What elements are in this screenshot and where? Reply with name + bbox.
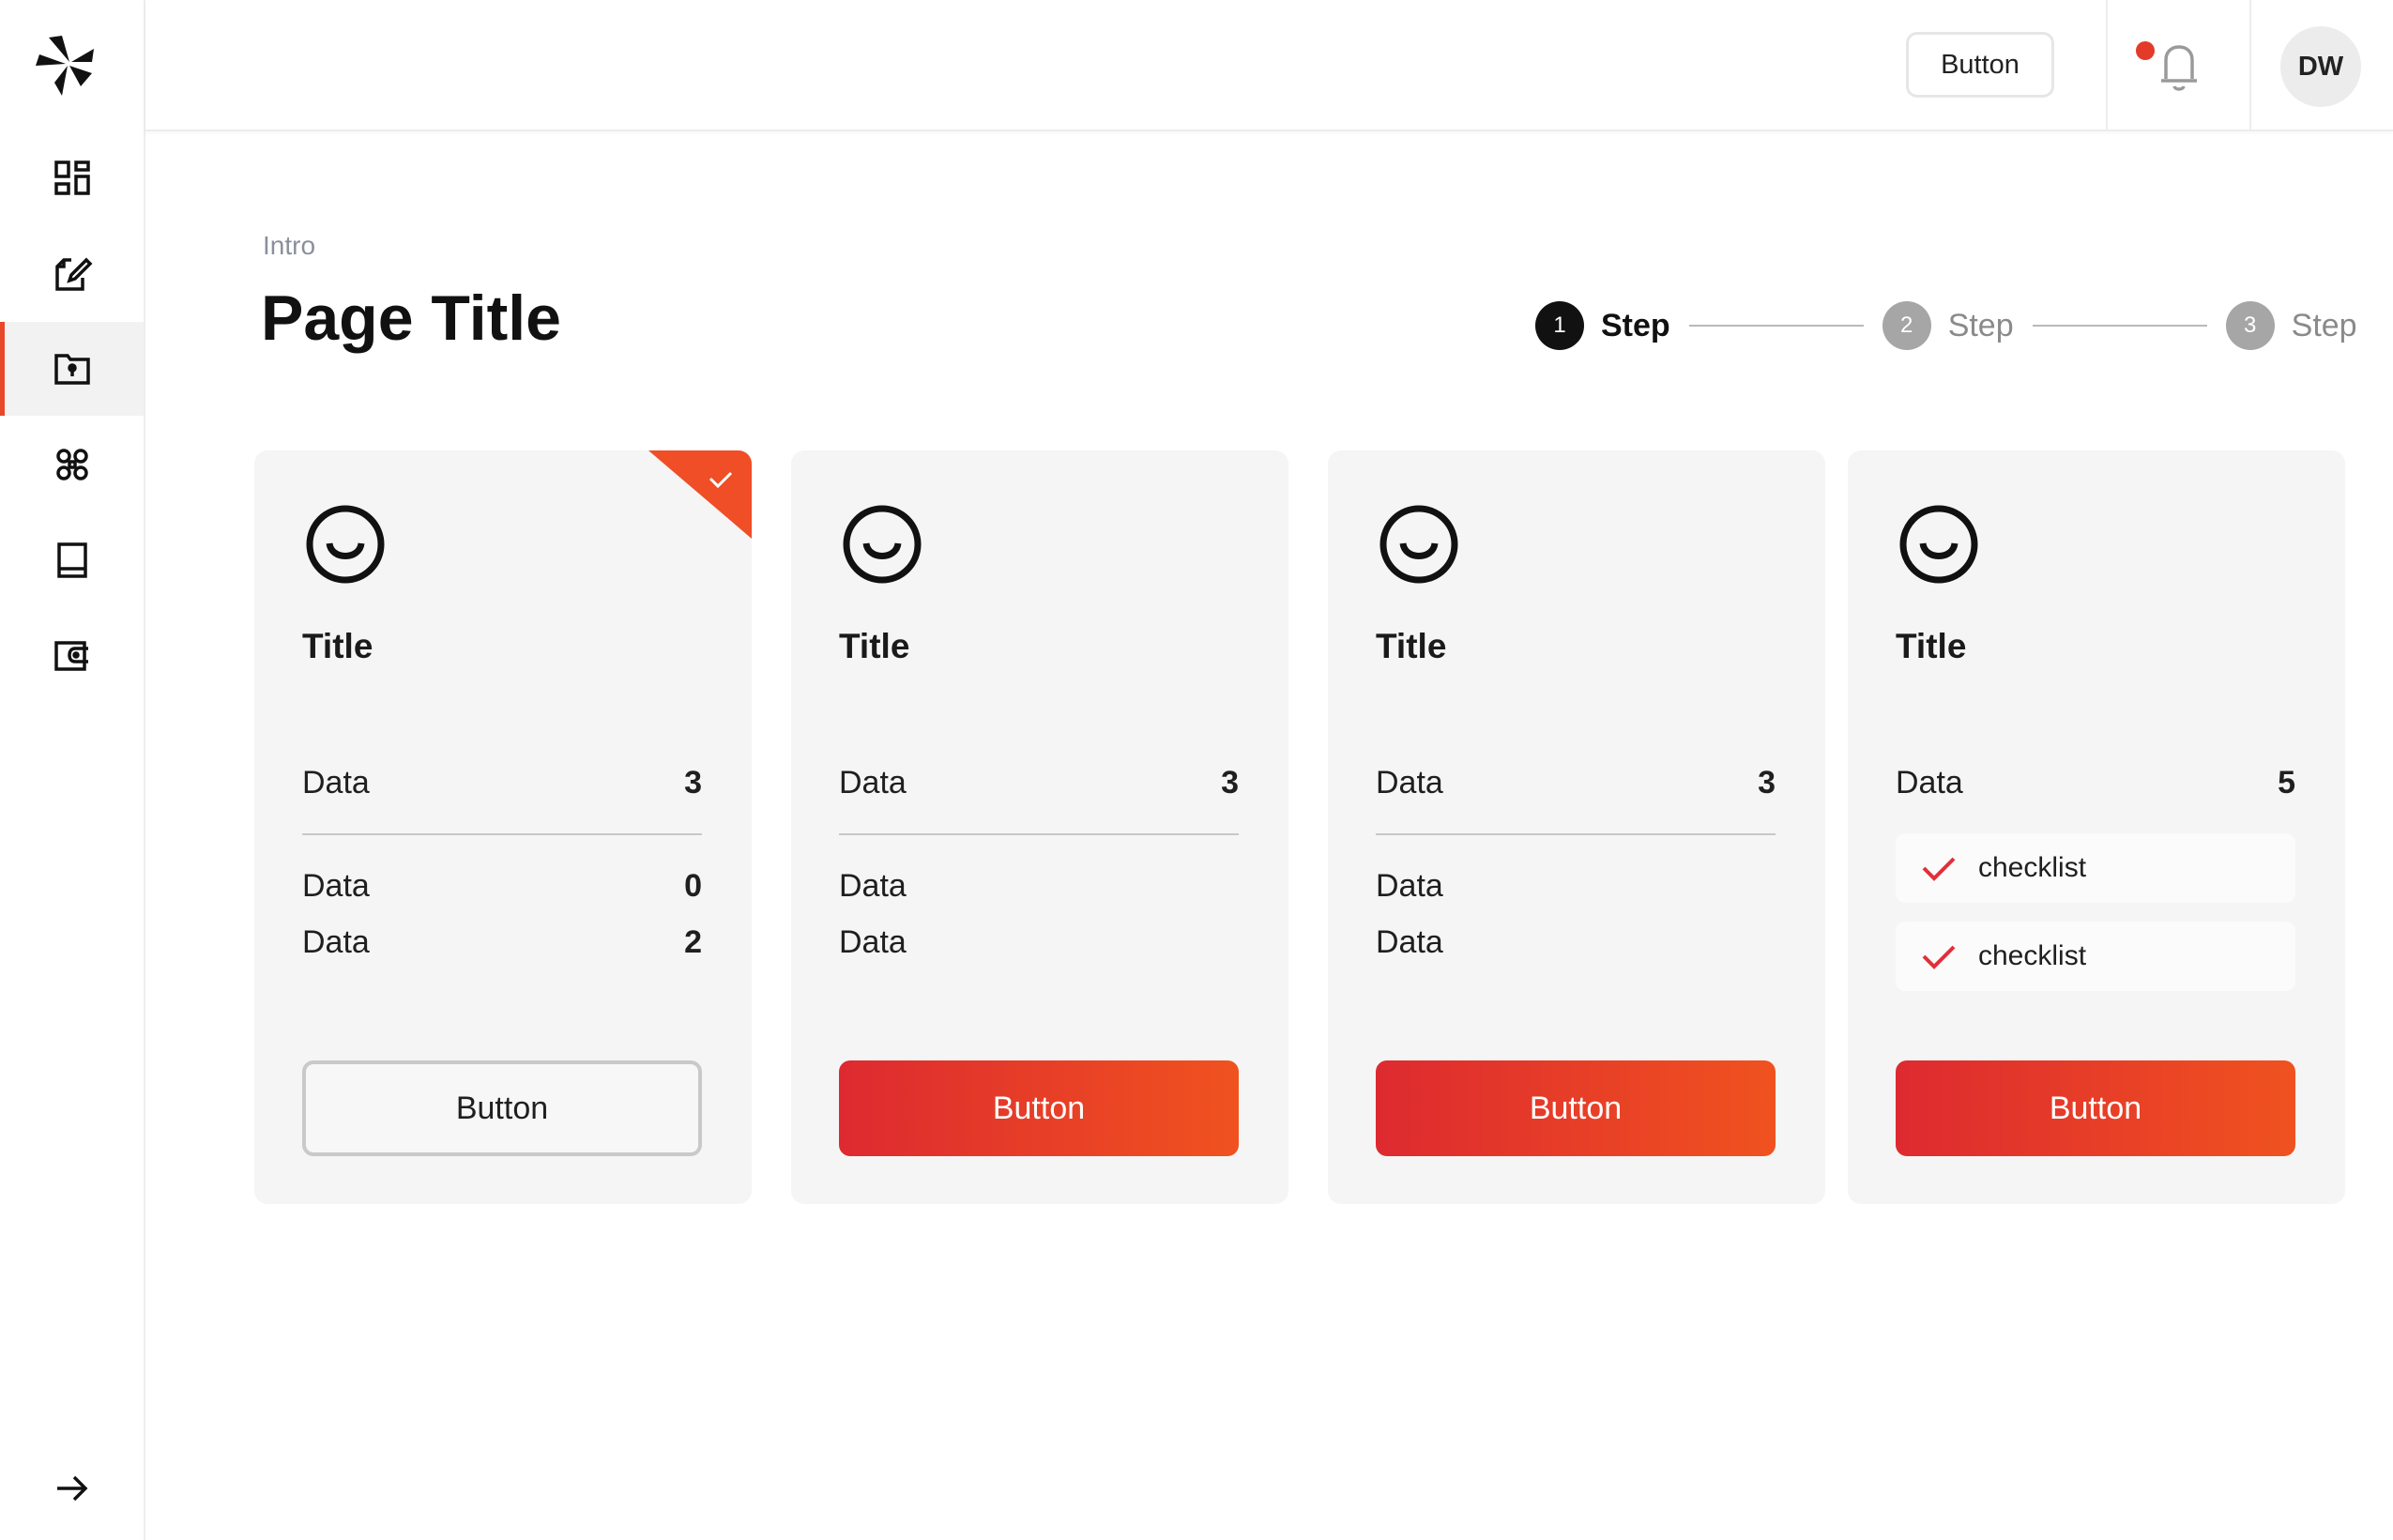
card-title: Title [1896,627,1967,665]
data-row: Data 3 [839,765,1239,801]
card-button[interactable]: Button [1376,1060,1776,1156]
smile-icon [1379,505,1458,584]
sidebar-item-docs[interactable] [0,513,144,607]
checkmark-icon [1922,945,1956,969]
step-connector [2032,325,2207,327]
card-button[interactable]: Button [302,1060,702,1156]
data-row: Data 3 [302,765,702,801]
checklist-item[interactable]: checklist [1896,833,2295,903]
step-3[interactable]: 3 Step [2225,301,2357,350]
step-number: 3 [2225,301,2275,350]
data-label: Data [839,765,907,800]
card-title: Title [302,627,373,665]
top-bar: Button [145,0,2393,131]
smile-icon [843,505,922,584]
data-row: Data 5 [1896,765,2295,801]
folder-lock-icon [53,354,90,385]
step-label: Step [1601,307,1670,343]
data-value: 2 [684,924,702,960]
card-title: Title [1376,627,1447,665]
breadcrumb: Intro [263,231,316,260]
smile-icon [306,505,385,584]
sidebar-item-edit[interactable] [0,227,144,321]
data-label: Data [302,765,370,800]
data-row: Data [839,868,1239,905]
command-icon [55,449,88,480]
data-value: 0 [684,868,702,904]
sidebar-item-wallet[interactable] [0,608,144,702]
data-label: Data [302,924,370,960]
step-label: Step [2291,307,2357,343]
step-number: 2 [1882,301,1931,350]
card-title: Title [839,627,910,665]
step-number: 1 [1535,301,1584,350]
card-divider [302,833,702,835]
page-title: Page Title [261,282,561,354]
brand-logo-icon [36,36,94,96]
step-label: Step [1947,307,2014,343]
sidebar-item-vault[interactable] [0,322,144,416]
avatar[interactable]: DW [2280,26,2361,107]
checklist-label: checklist [1978,852,2087,883]
data-label: Data [1376,868,1443,904]
smile-icon [1899,505,1978,584]
data-label: Data [1896,765,1963,800]
plan-card-4[interactable]: Title Data 5 checklist checklist Button [1848,450,2345,1204]
data-row: Data 3 [1376,765,1776,801]
header-divider [2106,0,2108,131]
step-1[interactable]: 1 Step [1535,301,1670,350]
data-row: Data 0 [302,868,702,905]
header-button[interactable]: Button [1906,32,2054,98]
data-row: Data [1376,868,1776,905]
notification-dot [2136,41,2155,60]
checklist-label: checklist [1978,940,2087,971]
stepper: 1 Step 2 Step 3 Step [1535,301,2357,350]
sidebar-item-dashboard[interactable] [0,131,144,225]
arrow-right-icon [56,1475,87,1502]
dashboard-icon [53,160,90,195]
checklist-item[interactable]: checklist [1896,922,2295,991]
card-button[interactable]: Button [839,1060,1239,1156]
data-label: Data [839,868,907,904]
wallet-icon [53,641,88,671]
bell-icon[interactable] [2142,28,2217,103]
plan-card-3[interactable]: Title Data 3 Data Data Button [1328,450,1825,1204]
data-value: 3 [684,765,702,800]
header-divider [2249,0,2251,131]
sidebar [0,0,145,1540]
plan-card-2[interactable]: Title Data 3 Data Data Button [791,450,1288,1204]
data-row: Data 2 [302,924,702,961]
step-connector [1688,325,1864,327]
data-value: 3 [1221,765,1239,800]
data-label: Data [839,924,907,960]
data-row: Data [1376,924,1776,961]
step-2[interactable]: 2 Step [1882,301,2014,350]
data-label: Data [1376,765,1443,800]
sidebar-item-apps[interactable] [0,418,144,511]
data-value: 5 [2278,765,2295,800]
card-button[interactable]: Button [1896,1060,2295,1156]
app-root: Button DW Intro Page Title 1 Step 2 Step… [0,0,2393,1540]
data-value: 3 [1758,765,1776,800]
plan-card-1[interactable]: Title Data 3 Data 0 Data 2 Button [254,450,752,1204]
book-icon [56,542,87,578]
card-divider [1376,833,1776,835]
selected-check-icon [648,450,752,539]
card-divider [839,833,1239,835]
edit-document-icon [54,257,92,291]
checkmark-icon [1922,857,1956,881]
data-label: Data [1376,924,1443,960]
data-label: Data [302,868,370,904]
data-row: Data [839,924,1239,961]
sidebar-collapse-button[interactable] [0,1456,144,1521]
